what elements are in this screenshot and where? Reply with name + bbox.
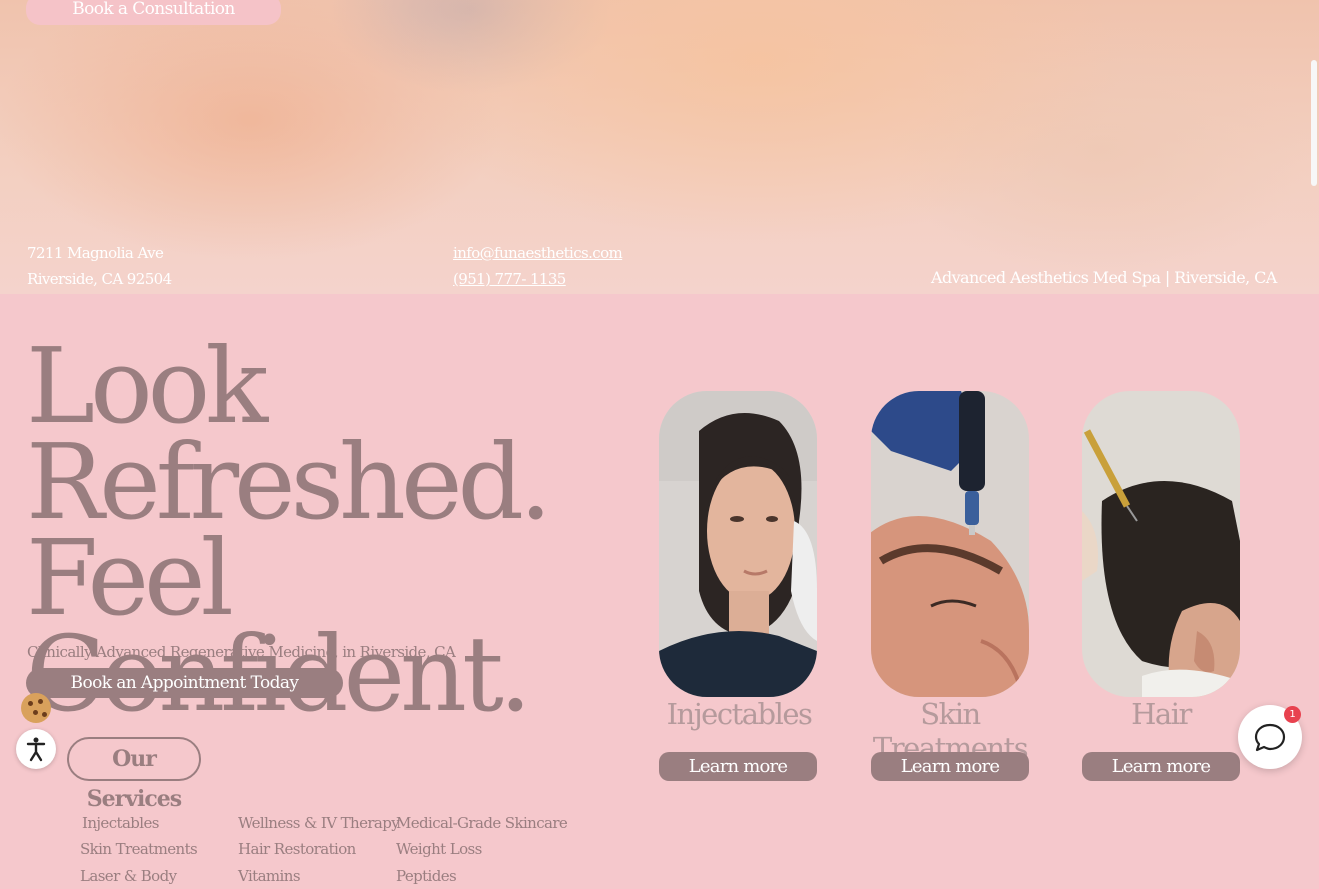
page-headline: Look Refreshed. Feel Confident. — [26, 325, 552, 726]
address-line-1: 7211 Magnolia Ave — [27, 244, 164, 262]
service-link-skincare[interactable]: Medical-Grade Skincare — [396, 814, 568, 832]
service-link-wellness-iv[interactable]: Wellness & IV Therapy — [238, 814, 400, 832]
service-link-hair-restoration[interactable]: Hair Restoration — [238, 840, 356, 858]
hair-image — [1082, 391, 1240, 697]
service-link-peptides[interactable]: Peptides — [396, 867, 457, 885]
hero-tagline: Advanced Aesthetics Med Spa | Riverside,… — [931, 268, 1277, 287]
hero-banner: Book a Consultation 7211 Magnolia Ave Ri… — [0, 0, 1319, 294]
cookie-icon[interactable] — [21, 693, 51, 723]
skin-treatments-image — [871, 391, 1029, 697]
book-appointment-button[interactable]: Book an Appointment Today — [26, 668, 343, 698]
learn-more-hair-button[interactable]: Learn more — [1082, 752, 1240, 781]
chat-notification-badge: 1 — [1284, 706, 1301, 723]
email-link[interactable]: info@funaesthetics.com — [453, 244, 623, 262]
card-title-injectables: Injectables — [666, 697, 813, 731]
card-title-hair: Hair — [1131, 697, 1192, 731]
learn-more-injectables-button[interactable]: Learn more — [659, 752, 817, 781]
service-link-vitamins[interactable]: Vitamins — [238, 867, 301, 885]
service-link-laser-body[interactable]: Laser & Body — [80, 867, 177, 885]
injectables-image — [659, 391, 817, 697]
address-line-2: Riverside, CA 92504 — [27, 270, 172, 288]
book-consultation-button[interactable]: Book a Consultation — [26, 0, 281, 25]
our-services-heading[interactable]: Our Services — [67, 737, 201, 812]
accessibility-button[interactable] — [16, 729, 56, 769]
service-link-injectables[interactable]: Injectables — [82, 814, 159, 832]
scrollbar[interactable] — [1311, 60, 1317, 186]
accessibility-icon — [26, 737, 46, 762]
service-link-skin-treatments[interactable]: Skin Treatments — [80, 840, 198, 858]
service-link-weight-loss[interactable]: Weight Loss — [396, 840, 482, 858]
learn-more-skin-treatments-button[interactable]: Learn more — [871, 752, 1029, 781]
phone-link[interactable]: (951) 777- 1135 — [453, 270, 566, 288]
page-subline: Clinically Advanced Regenerative Medicin… — [27, 643, 456, 661]
